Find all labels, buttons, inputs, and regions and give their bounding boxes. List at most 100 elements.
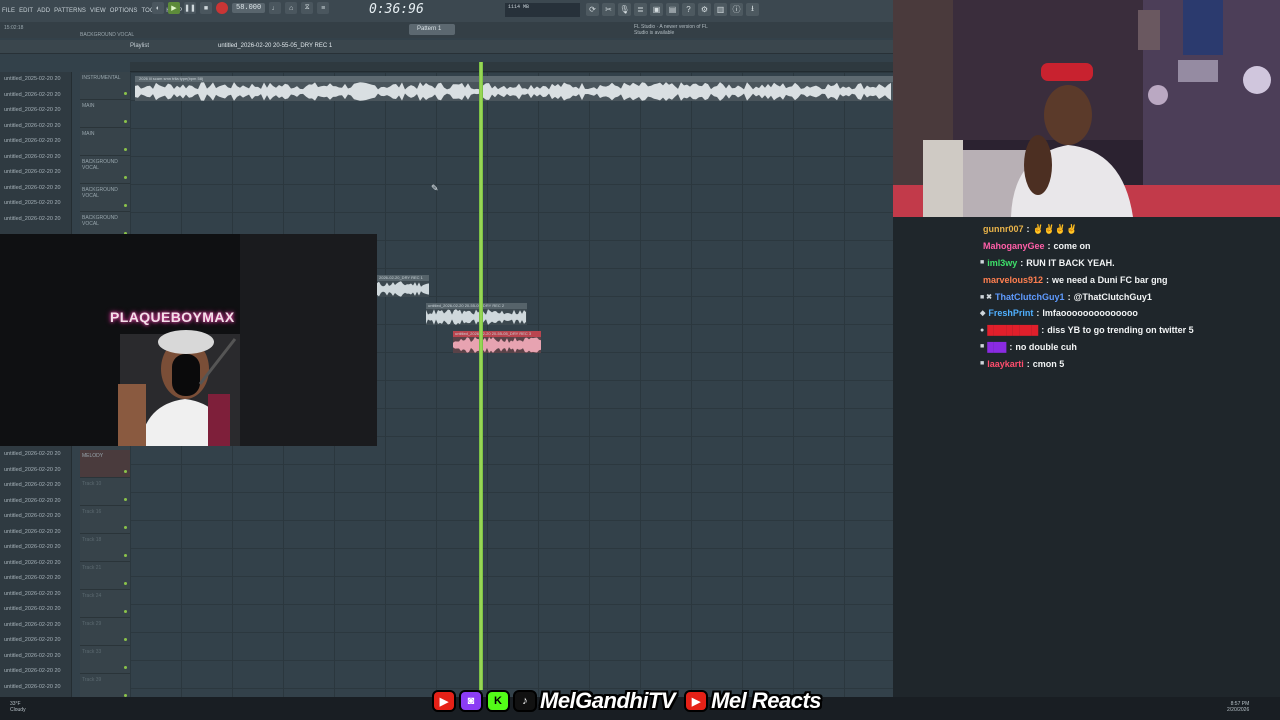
track-mute-led[interactable] bbox=[124, 470, 127, 473]
play-button[interactable]: ▶ bbox=[168, 2, 180, 14]
timeline-ruler[interactable] bbox=[130, 62, 893, 72]
browser-file-item[interactable]: untitled_2026-02-20 20 bbox=[0, 478, 71, 494]
track-name: Track 39 bbox=[82, 677, 102, 683]
track-mute-led[interactable] bbox=[124, 176, 127, 179]
chat-username[interactable]: ThatClutchGuy1 bbox=[995, 292, 1065, 302]
track-mute-led[interactable] bbox=[124, 638, 127, 641]
audio-clip-rec-1[interactable]: 2026-02-20_DRY REC 1 bbox=[377, 275, 429, 297]
browser-file-item[interactable]: untitled_2026-02-20 20 bbox=[0, 633, 71, 649]
browser-file-item[interactable]: untitled_2026-02-20 20 bbox=[0, 134, 71, 150]
browser-file-item[interactable]: untitled_2026-02-20 20 bbox=[0, 649, 71, 665]
track-mute-led[interactable] bbox=[124, 582, 127, 585]
piano-roll-icon[interactable]: ✂ bbox=[602, 3, 615, 16]
track-header[interactable]: Track 33 bbox=[80, 646, 130, 674]
chat-username[interactable]: MahoganyGee bbox=[983, 241, 1045, 251]
playlist-icon[interactable]: ⟳ bbox=[586, 3, 599, 16]
track-header[interactable]: Track 24 bbox=[80, 590, 130, 618]
tempo-display[interactable]: 58.000 bbox=[232, 3, 266, 13]
browser-file-item[interactable]: untitled_2026-02-20 20 bbox=[0, 556, 71, 572]
menu-patterns[interactable]: PATTERNS bbox=[52, 8, 88, 14]
track-mute-led[interactable] bbox=[124, 120, 127, 123]
track-mute-led[interactable] bbox=[124, 526, 127, 529]
track-header[interactable]: BACKGROUND VOCAL bbox=[80, 156, 130, 184]
browser-file-item[interactable]: untitled_2026-02-20 20 bbox=[0, 447, 71, 463]
track-header[interactable]: Track 29 bbox=[80, 618, 130, 646]
wait-input-icon[interactable]: ⌂ bbox=[285, 2, 298, 14]
menu-file[interactable]: FILE bbox=[0, 8, 17, 14]
weather-widget[interactable]: 33°F Cloudy bbox=[10, 701, 26, 713]
browser-icon[interactable]: ▤ bbox=[666, 3, 679, 16]
metronome-icon[interactable]: ♩ bbox=[269, 2, 282, 14]
countdown-icon[interactable]: ⧖ bbox=[301, 2, 314, 14]
browser-file-item[interactable]: untitled_2025-02-20 20 bbox=[0, 72, 71, 88]
menu-view[interactable]: VIEW bbox=[88, 8, 108, 14]
blend-notes-icon[interactable]: ≡ bbox=[317, 2, 330, 14]
browser-file-item[interactable]: untitled_2026-02-20 20 bbox=[0, 571, 71, 587]
pattern-selector[interactable]: Pattern 1 bbox=[409, 24, 455, 35]
track-header[interactable]: Track 10 bbox=[80, 478, 130, 506]
track-header[interactable]: Track 39 bbox=[80, 674, 130, 697]
browser-file-item[interactable]: untitled_2026-02-20 20 bbox=[0, 463, 71, 479]
chat-username[interactable]: ████████ bbox=[987, 325, 1038, 335]
news-ticker[interactable]: FL Studio · A newer version of FL Studio… bbox=[634, 24, 714, 36]
track-mute-led[interactable] bbox=[124, 554, 127, 557]
audio-clip-rec-2[interactable]: untitled_2026-02-20 20-55-05_DRY REC 2 bbox=[426, 303, 527, 325]
chat-username[interactable]: marvelous912 bbox=[983, 275, 1043, 285]
track-mute-led[interactable] bbox=[124, 498, 127, 501]
browser-file-item[interactable]: untitled_2025-02-20 20 bbox=[0, 196, 71, 212]
chat-username[interactable]: gunnr007 bbox=[983, 224, 1024, 234]
record-button[interactable] bbox=[216, 2, 228, 14]
download-icon[interactable]: ⭳ bbox=[746, 3, 759, 16]
track-header[interactable]: Track 21 bbox=[80, 562, 130, 590]
mic-icon[interactable]: 🎙 bbox=[618, 3, 631, 16]
track-header[interactable]: INSTRUMENTAL bbox=[80, 72, 130, 100]
track-header[interactable]: MAIN bbox=[80, 128, 130, 156]
track-header[interactable]: Track 16 bbox=[80, 506, 130, 534]
track-mute-led[interactable] bbox=[124, 610, 127, 613]
browser-file-item[interactable]: untitled_2026-02-20 20 bbox=[0, 103, 71, 119]
playhead-marker[interactable] bbox=[479, 62, 483, 690]
browser-file-item[interactable]: untitled_2026-02-20 20 bbox=[0, 525, 71, 541]
instrumental-audio-clip[interactable]: 2026 lil scam smn trila type(bpm 58) bbox=[135, 76, 893, 101]
browser-file-item[interactable]: untitled_2026-02-20 20 bbox=[0, 212, 71, 228]
system-clock[interactable]: 8:57 PM 2/20/2026 bbox=[1227, 701, 1249, 713]
pattern-song-toggle[interactable]: ◐ bbox=[152, 2, 164, 14]
stop-button[interactable]: ■ bbox=[200, 2, 212, 14]
chat-username[interactable]: FreshPrint bbox=[988, 308, 1033, 318]
chat-username[interactable]: iml3wy bbox=[987, 258, 1017, 268]
info-icon[interactable]: ⓘ bbox=[730, 3, 743, 16]
browser-file-item[interactable]: untitled_2026-02-20 20 bbox=[0, 119, 71, 135]
browser-file-item[interactable]: untitled_2026-02-20 20 bbox=[0, 88, 71, 104]
menu-options[interactable]: OPTIONS bbox=[108, 8, 140, 14]
browser-file-item[interactable]: untitled_2026-02-20 20 bbox=[0, 587, 71, 603]
chat-username[interactable]: laaykarti bbox=[987, 359, 1024, 369]
audio-clip-rec-3[interactable]: untitled_2026-02-20 20-55-05_DRY REC 3 bbox=[453, 331, 541, 353]
mixer-icon[interactable]: ≣ bbox=[634, 3, 647, 16]
track-mute-led[interactable] bbox=[124, 666, 127, 669]
track-mute-led[interactable] bbox=[124, 148, 127, 151]
browser-file-item[interactable]: untitled_2026-02-20 20 bbox=[0, 165, 71, 181]
browser-file-item[interactable]: untitled_2026-02-20 20 bbox=[0, 150, 71, 166]
help-icon[interactable]: ? bbox=[682, 3, 695, 16]
browser-file-item[interactable]: untitled_2026-02-20 20 bbox=[0, 181, 71, 197]
settings-icon[interactable]: ⚙ bbox=[698, 3, 711, 16]
browser-file-item[interactable]: untitled_2026-02-20 20 bbox=[0, 618, 71, 634]
browser-file-item[interactable]: untitled_2026-02-20 20 bbox=[0, 602, 71, 618]
browser-file-item[interactable]: untitled_2026-02-20 20 bbox=[0, 509, 71, 525]
track-mute-led[interactable] bbox=[124, 92, 127, 95]
menu-add[interactable]: ADD bbox=[35, 8, 52, 14]
chat-username[interactable]: ███ bbox=[987, 342, 1006, 352]
track-header[interactable]: MAIN bbox=[80, 100, 130, 128]
menu-edit[interactable]: EDIT bbox=[17, 8, 35, 14]
track-header[interactable]: Track 18 bbox=[80, 534, 130, 562]
track-header[interactable]: BACKGROUND VOCAL bbox=[80, 184, 130, 212]
channel-rack-icon[interactable]: ▥ bbox=[714, 3, 727, 16]
pause-icon[interactable]: ❚❚ bbox=[184, 2, 196, 14]
plugin-icon[interactable]: ▣ bbox=[650, 3, 663, 16]
browser-file-item[interactable]: untitled_2026-02-20 20 bbox=[0, 540, 71, 556]
browser-file-item[interactable]: untitled_2026-02-20 20 bbox=[0, 680, 71, 696]
browser-file-item[interactable]: untitled_2026-02-20 20 bbox=[0, 664, 71, 680]
track-mute-led[interactable] bbox=[124, 204, 127, 207]
browser-file-item[interactable]: untitled_2026-02-20 20 bbox=[0, 494, 71, 510]
track-header[interactable]: MELODY bbox=[80, 450, 130, 478]
